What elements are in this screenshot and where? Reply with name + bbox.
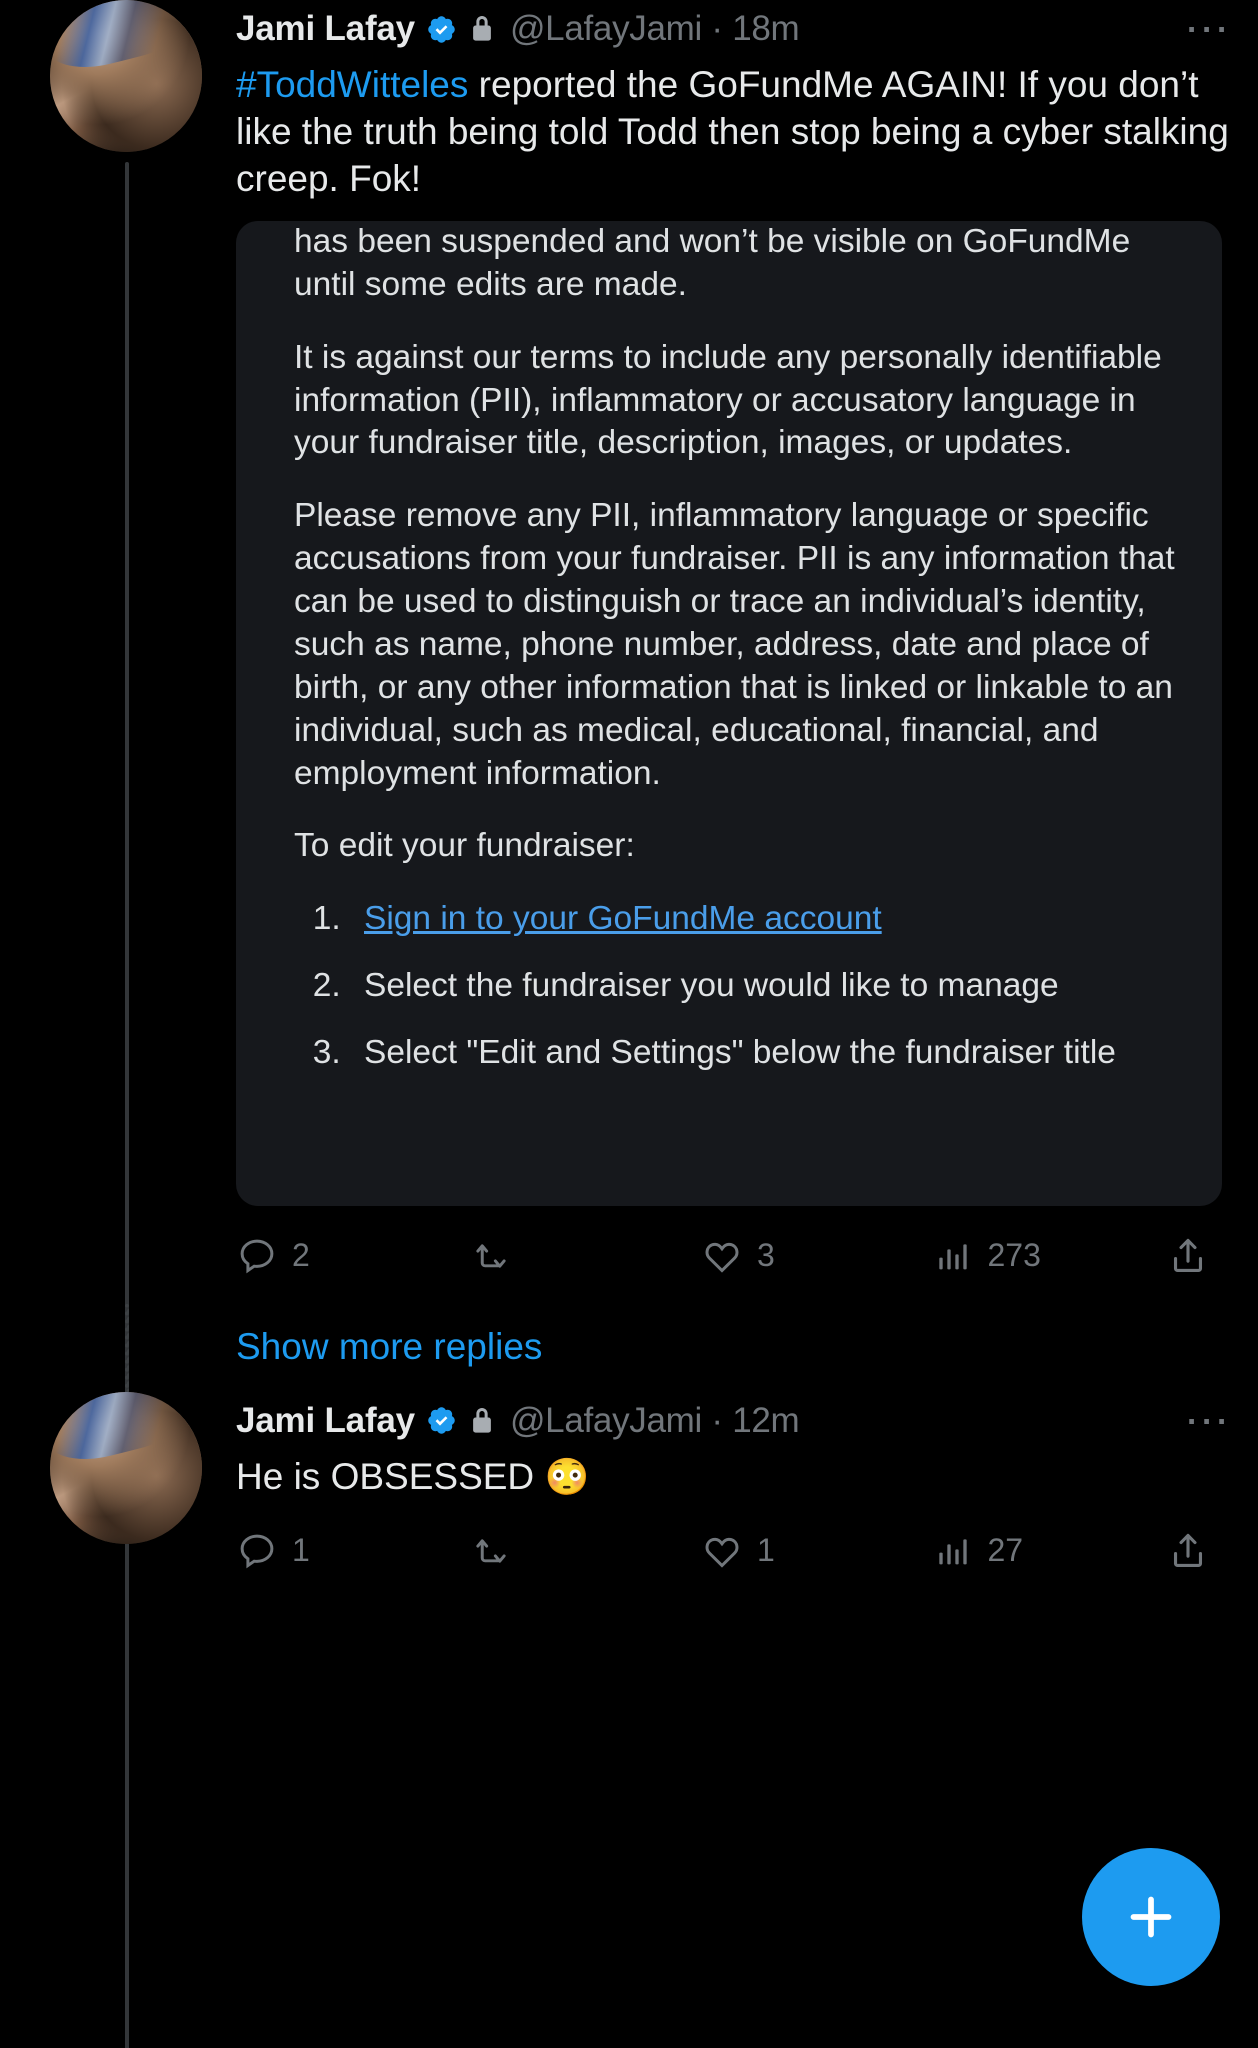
share-button[interactable]	[1166, 1529, 1210, 1573]
heart-icon	[705, 1537, 739, 1568]
more-options-icon[interactable]: ···	[1187, 13, 1232, 46]
avatar-column	[50, 1391, 202, 1999]
avatar[interactable]	[50, 1391, 202, 1544]
retweet-icon	[475, 1539, 506, 1563]
retweet-button[interactable]	[469, 1530, 702, 1572]
lock-icon	[473, 16, 491, 41]
tweet-text-main: He is OBSESSED	[236, 1455, 545, 1497]
views-count: 27	[987, 1532, 1024, 1569]
card-step-item: Select "Edit and Settings" below the fun…	[350, 1032, 1176, 1075]
share-button[interactable]	[1166, 1234, 1210, 1278]
retweet-icon	[475, 1244, 506, 1268]
author-display-name[interactable]: Jami Lafay	[236, 9, 415, 49]
verified-badge-icon	[428, 15, 455, 43]
tweet-text: He is OBSESSED 😳	[236, 1454, 1232, 1501]
tweet-thread: Jami Lafay @LafayJami · 18m ··· #ToddWit…	[0, 0, 1258, 2048]
views-button[interactable]: 27	[934, 1531, 1167, 1571]
avatar-column	[50, 0, 202, 2048]
tweet-action-bar: 2 3 273	[236, 1208, 1232, 1304]
like-count: 1	[757, 1532, 775, 1569]
plus-icon	[1130, 1896, 1172, 1938]
views-button[interactable]: 273	[934, 1236, 1167, 1276]
author-handle-and-time[interactable]: @LafayJami · 12m	[510, 1401, 800, 1441]
flushed-face-emoji: 😳	[544, 1455, 590, 1497]
show-more-body: Show more replies	[202, 1304, 1232, 1392]
tweet-body: Jami Lafay @LafayJami · 18m ··· #ToddWit…	[202, 0, 1232, 1304]
analytics-icon	[938, 1539, 967, 1565]
card-step-item: Sign in to your GoFundMe account	[350, 898, 1176, 941]
author-display-name[interactable]: Jami Lafay	[236, 1401, 415, 1441]
tweet-text: #ToddWitteles reported the GoFundMe AGAI…	[236, 62, 1232, 203]
retweet-button[interactable]	[469, 1235, 702, 1277]
reply-count: 1	[292, 1532, 310, 1569]
gofundme-signin-link[interactable]: Sign in to your GoFundMe account	[364, 900, 882, 937]
lock-icon	[473, 1407, 491, 1433]
card-step-item: Select the fundraiser you would like to …	[350, 965, 1176, 1008]
heart-icon	[705, 1242, 739, 1273]
tweet-header: Jami Lafay @LafayJami · 18m ···	[236, 0, 1232, 58]
reply-icon	[240, 1534, 274, 1569]
reply-icon	[240, 1239, 274, 1274]
embedded-screenshot-card[interactable]: has been suspended and won’t be visible …	[236, 220, 1222, 1206]
show-more-replies-link[interactable]: Show more replies	[236, 1304, 1232, 1392]
thread-gutter	[50, 1303, 202, 1392]
avatar[interactable]	[50, 0, 202, 152]
tweet-item[interactable]: Jami Lafay @LafayJami · 12m ··· He is OB…	[0, 1391, 1258, 1999]
compose-tweet-fab[interactable]	[1082, 1848, 1220, 1986]
reply-button[interactable]: 1	[236, 1530, 469, 1572]
hashtag-link[interactable]: #ToddWitteles	[236, 64, 468, 105]
like-count: 3	[757, 1237, 775, 1274]
tweet-action-bar: 1 1 27	[236, 1503, 1232, 1599]
like-button[interactable]: 1	[701, 1530, 934, 1572]
card-paragraph: To edit your fundraiser:	[294, 827, 635, 865]
verified-badge-icon	[428, 1407, 455, 1435]
card-paragraph: has been suspended and won’t be visible …	[294, 222, 1131, 303]
reply-count: 2	[292, 1237, 310, 1274]
tweet-header: Jami Lafay @LafayJami · 12m ···	[236, 1392, 1232, 1450]
tweet-body: Jami Lafay @LafayJami · 12m ··· He is OB…	[202, 1392, 1232, 1599]
card-steps-list: Sign in to your GoFundMe account Select …	[316, 898, 1176, 1075]
more-options-icon[interactable]: ···	[1187, 1404, 1232, 1437]
views-count: 273	[987, 1237, 1041, 1274]
card-paragraph: It is against our terms to include any p…	[294, 338, 1162, 462]
show-more-replies-row[interactable]: Show more replies	[0, 1303, 1258, 1392]
share-icon	[1173, 1238, 1203, 1272]
reply-button[interactable]: 2	[236, 1235, 469, 1277]
thread-connector-line	[125, 1553, 129, 1999]
author-handle-and-time[interactable]: @LafayJami · 18m	[510, 9, 800, 49]
analytics-icon	[938, 1244, 967, 1270]
thread-dotted-connector	[125, 1303, 129, 1392]
share-icon	[1173, 1533, 1203, 1567]
card-paragraph: Please remove any PII, inflammatory lang…	[294, 497, 1175, 792]
tweet-item[interactable]: Jami Lafay @LafayJami · 18m ··· #ToddWit…	[0, 0, 1258, 2048]
like-button[interactable]: 3	[701, 1235, 934, 1277]
